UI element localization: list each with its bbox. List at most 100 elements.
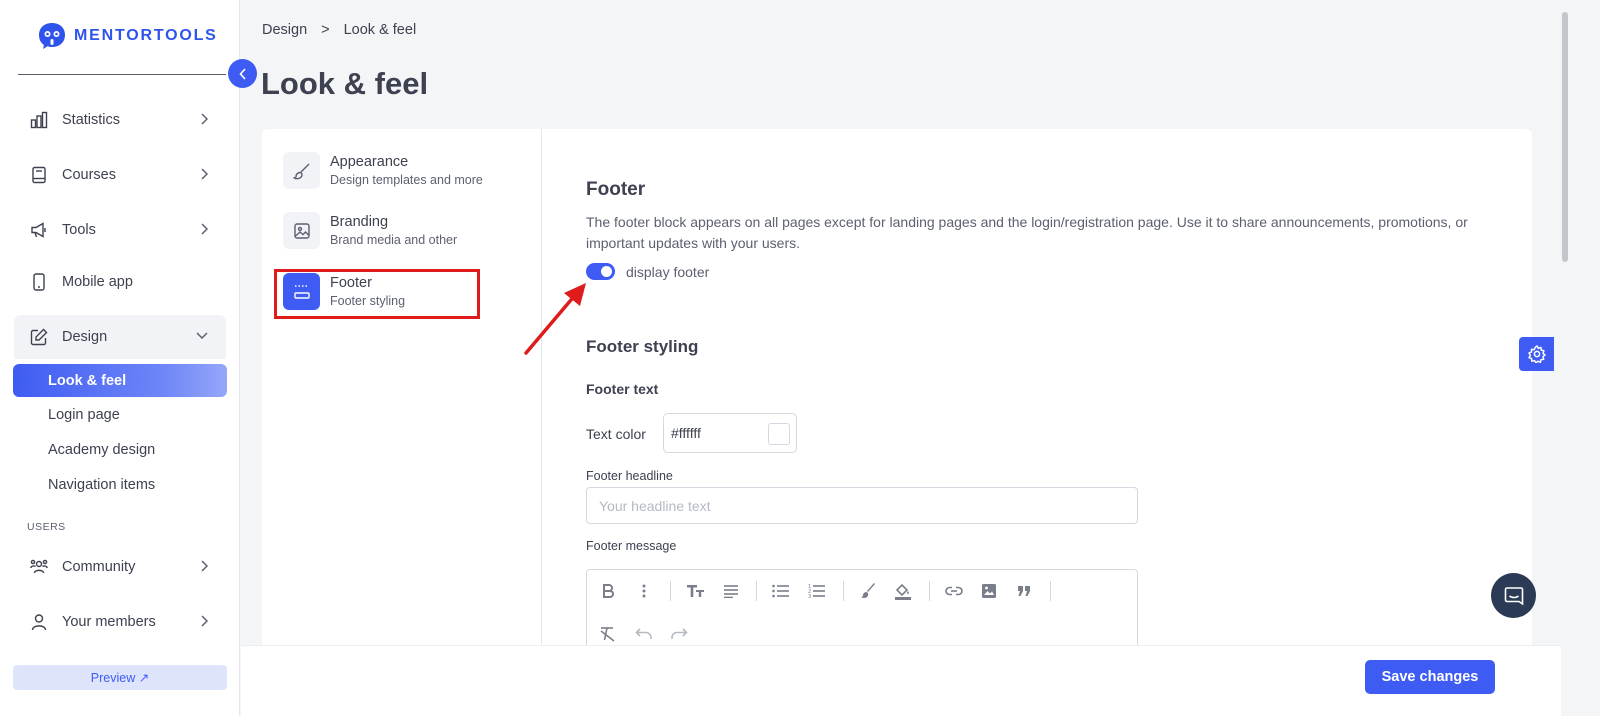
menu-icon-box bbox=[283, 152, 320, 189]
sidebar-subitem-look-and-feel[interactable]: Look & feel bbox=[13, 364, 227, 397]
color-swatch[interactable] bbox=[768, 423, 790, 445]
quote-icon bbox=[1018, 586, 1030, 596]
save-changes-button[interactable]: Save changes bbox=[1365, 660, 1495, 694]
brush-icon bbox=[292, 163, 309, 179]
toolbar-separator bbox=[1050, 581, 1051, 601]
bullet-list-button[interactable] bbox=[770, 580, 792, 602]
sidebar-item-statistics[interactable]: Statistics bbox=[14, 98, 226, 142]
more-vertical-icon bbox=[642, 584, 646, 598]
undo-icon bbox=[635, 628, 652, 639]
sidebar-item-community[interactable]: Community bbox=[14, 545, 226, 589]
user-icon bbox=[31, 614, 47, 631]
sidebar: MENTORTOOLS Statistics Courses Tools Mob… bbox=[0, 0, 240, 716]
annotation-arrow-icon bbox=[524, 283, 586, 355]
book-icon bbox=[32, 166, 46, 184]
sidebar-item-label: Courses bbox=[62, 167, 116, 183]
link-icon bbox=[945, 586, 963, 596]
sidebar-item-label: Design bbox=[62, 329, 108, 345]
menu-icon-box bbox=[283, 212, 320, 249]
sidebar-item-label: Your members bbox=[62, 614, 156, 630]
chevron-down-icon bbox=[196, 332, 208, 339]
sidebar-item-courses[interactable]: Courses bbox=[14, 153, 226, 197]
footer-headline-input[interactable] bbox=[586, 487, 1138, 524]
breadcrumb: Design > Look & feel bbox=[262, 22, 416, 38]
numbered-list-button[interactable]: 123 bbox=[806, 580, 828, 602]
footer-description: The footer block appears on all pages ex… bbox=[586, 214, 1468, 251]
fill-color-icon bbox=[895, 583, 911, 600]
smartphone-icon bbox=[33, 273, 45, 291]
bar-chart-icon bbox=[30, 111, 48, 129]
users-icon bbox=[30, 559, 48, 574]
image-icon bbox=[982, 584, 996, 598]
sidebar-subitem-navigation-items[interactable]: Navigation items bbox=[13, 468, 227, 501]
sidebar-item-tools[interactable]: Tools bbox=[14, 208, 226, 252]
display-footer-label: display footer bbox=[626, 264, 710, 280]
section-heading-footer-styling: Footer styling bbox=[586, 337, 699, 356]
settings-tab[interactable] bbox=[1519, 337, 1554, 371]
sidebar-item-label: Tools bbox=[62, 222, 96, 238]
bold-button[interactable] bbox=[597, 580, 619, 602]
brand-name: MENTORTOOLS bbox=[74, 27, 218, 44]
menu-item-desc: Design templates and more bbox=[330, 173, 483, 187]
more-options-button[interactable] bbox=[633, 580, 655, 602]
text-size-button[interactable] bbox=[685, 580, 707, 602]
undo-button[interactable] bbox=[633, 623, 655, 645]
settings-menu-appearance[interactable]: Appearance Design templates and more bbox=[283, 152, 483, 189]
sidebar-item-label: Mobile app bbox=[62, 274, 133, 290]
breadcrumb-current: Look & feel bbox=[343, 22, 417, 38]
chevron-left-icon bbox=[238, 67, 246, 80]
chevron-right-icon bbox=[201, 223, 208, 235]
sidebar-item-your-members[interactable]: Your members bbox=[14, 600, 226, 644]
quote-button[interactable] bbox=[1013, 580, 1035, 602]
link-button[interactable] bbox=[943, 580, 965, 602]
sidebar-item-label: Statistics bbox=[62, 112, 121, 128]
numbered-list-icon: 123 bbox=[808, 584, 825, 598]
toolbar-separator bbox=[843, 581, 844, 601]
clear-format-button[interactable] bbox=[597, 623, 619, 645]
chevron-right-icon bbox=[201, 168, 208, 180]
sidebar-subitem-academy-design[interactable]: Academy design bbox=[13, 433, 227, 466]
megaphone-icon bbox=[31, 222, 46, 238]
align-button[interactable] bbox=[720, 580, 742, 602]
display-footer-toggle[interactable] bbox=[586, 263, 615, 280]
subheading-footer-text: Footer text bbox=[586, 381, 659, 397]
text-color-value: #ffffff bbox=[671, 425, 701, 441]
text-color-button[interactable] bbox=[857, 580, 879, 602]
highlight-annotation-box bbox=[274, 269, 480, 319]
toggle-knob bbox=[601, 266, 612, 277]
sidebar-item-mobile-app[interactable]: Mobile app bbox=[14, 260, 226, 304]
toolbar-separator bbox=[756, 581, 757, 601]
section-heading-footer: Footer bbox=[586, 179, 646, 200]
pencil-square-icon bbox=[30, 328, 48, 346]
text-color-input[interactable]: #ffffff bbox=[663, 413, 797, 453]
clear-format-icon bbox=[600, 627, 615, 642]
svg-text:3: 3 bbox=[808, 594, 811, 598]
preview-button[interactable]: Preview ↗ bbox=[13, 665, 227, 690]
brand-logo[interactable]: MENTORTOOLS bbox=[38, 22, 218, 50]
scrollbar-thumb[interactable] bbox=[1562, 12, 1568, 262]
align-icon bbox=[724, 585, 738, 598]
breadcrumb-separator: > bbox=[321, 22, 330, 38]
gear-icon bbox=[1527, 345, 1546, 363]
menu-item-desc: Brand media and other bbox=[330, 233, 458, 247]
mentortools-logo-icon bbox=[39, 23, 65, 49]
insert-image-button[interactable] bbox=[978, 580, 1000, 602]
footer-headline-label: Footer headline bbox=[586, 469, 673, 483]
chat-launcher-button[interactable] bbox=[1491, 573, 1536, 618]
collapse-sidebar-button[interactable] bbox=[228, 59, 257, 88]
sidebar-divider bbox=[18, 74, 226, 75]
sidebar-item-design[interactable]: Design bbox=[14, 315, 226, 359]
chevron-right-icon bbox=[201, 113, 208, 125]
settings-menu-branding[interactable]: Branding Brand media and other bbox=[283, 212, 457, 249]
footer-message-editor[interactable]: 123 bbox=[586, 569, 1138, 649]
page-scrollbar[interactable] bbox=[1561, 0, 1569, 716]
chevron-right-icon bbox=[201, 615, 208, 627]
breadcrumb-parent[interactable]: Design bbox=[262, 22, 307, 38]
bottom-action-bar bbox=[241, 645, 1561, 716]
page-title: Look & feel bbox=[261, 66, 429, 101]
sidebar-subitem-login-page[interactable]: Login page bbox=[13, 398, 227, 431]
menu-item-title: Appearance bbox=[330, 154, 409, 170]
fill-color-button[interactable] bbox=[892, 580, 914, 602]
sidebar-item-label: Community bbox=[62, 559, 136, 575]
redo-button[interactable] bbox=[668, 623, 690, 645]
